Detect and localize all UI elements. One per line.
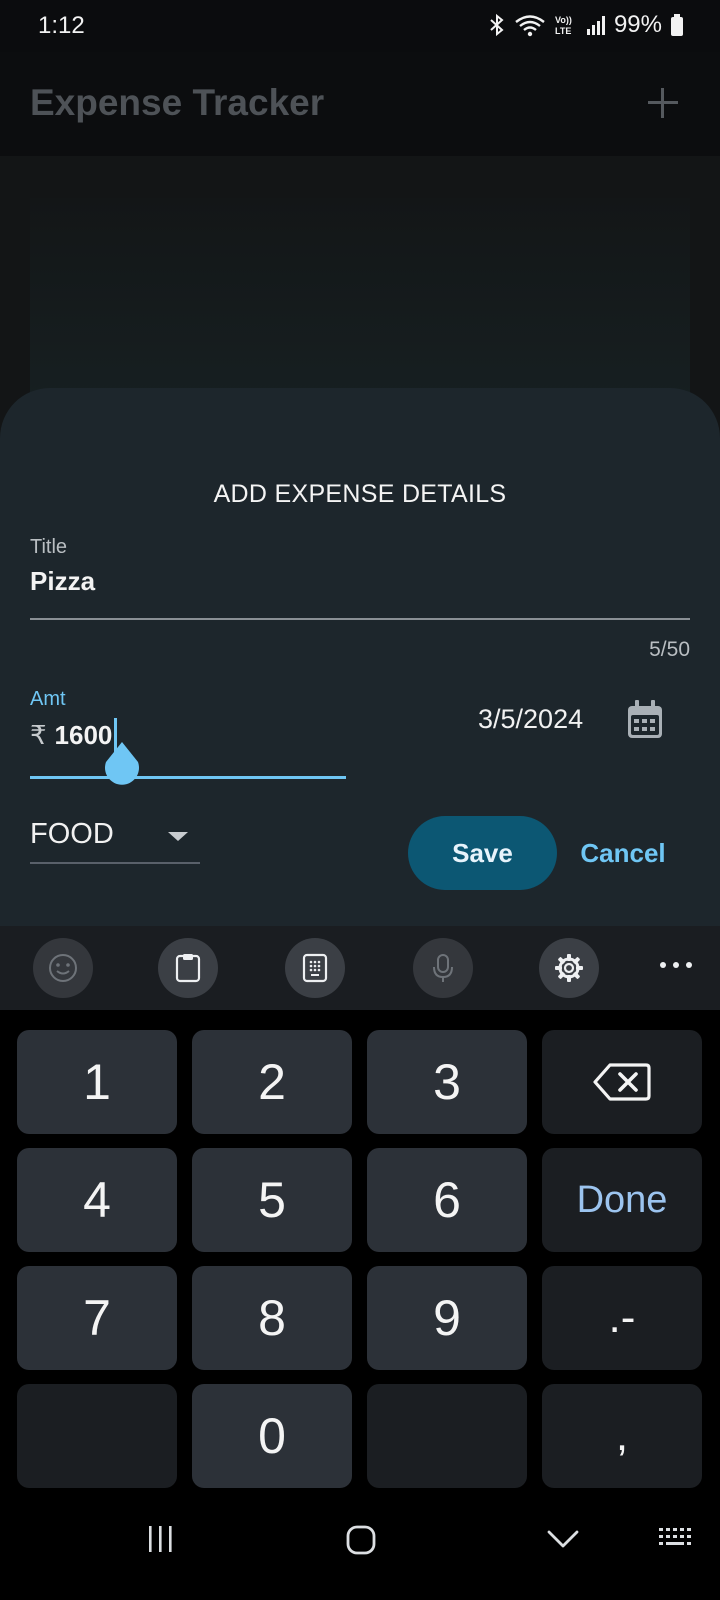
title-char-counter: 5/50 (649, 638, 690, 661)
title-field-label: Title (30, 536, 68, 558)
done-label: Done (576, 1178, 668, 1221)
comma-label: , (615, 1411, 629, 1460)
plus-icon[interactable] (646, 86, 680, 120)
signal-icon (586, 16, 605, 35)
key-2[interactable]: 2 (192, 1030, 352, 1134)
title-field[interactable]: Pizza (30, 566, 95, 597)
home-icon[interactable] (345, 1524, 377, 1556)
battery-percentage: 99% (613, 11, 662, 38)
settings-icon[interactable] (539, 938, 599, 998)
save-button[interactable]: Save (408, 816, 557, 890)
key-1[interactable]: 1 (17, 1030, 177, 1134)
status-time: 1:12 (38, 12, 85, 39)
empty-key-right (367, 1384, 527, 1488)
keypad-icon[interactable] (285, 938, 345, 998)
status-bar: 1:12 Vo)) LTE 99% (0, 0, 720, 52)
app-bar: Expense Tracker (0, 52, 720, 156)
amount-field-label: Amt (30, 688, 66, 710)
app-title: Expense Tracker (30, 82, 325, 123)
back-icon[interactable] (546, 1524, 580, 1554)
dot-dash-label: .- (608, 1293, 636, 1342)
rupee-prefix: ₹ (30, 719, 47, 750)
add-expense-sheet: ADD EXPENSE DETAILS Title Pizza 5/50 Amt… (0, 388, 720, 928)
key-7[interactable]: 7 (17, 1266, 177, 1370)
category-value: FOOD (30, 818, 114, 850)
key-4[interactable]: 4 (17, 1148, 177, 1252)
microphone-icon[interactable] (413, 938, 473, 998)
svg-text:Vo)): Vo)) (555, 15, 572, 25)
calendar-icon[interactable] (626, 700, 664, 740)
key-0[interactable]: 0 (192, 1384, 352, 1488)
date-value: 3/5/2024 (478, 704, 584, 734)
backdrop-card (30, 198, 690, 418)
sheet-heading: ADD EXPENSE DETAILS (213, 480, 507, 508)
recent-apps-icon[interactable] (145, 1524, 175, 1554)
key-9[interactable]: 9 (367, 1266, 527, 1370)
bluetooth-icon (490, 13, 504, 37)
keyboard-switch-icon[interactable] (657, 1524, 693, 1554)
battery-icon (671, 14, 683, 36)
cancel-button[interactable]: Cancel (560, 816, 686, 890)
dot-dash-key[interactable]: .- (542, 1266, 702, 1370)
wifi-icon (515, 15, 545, 37)
emoji-icon[interactable] (33, 938, 93, 998)
category-dropdown[interactable]: FOOD (30, 802, 200, 864)
text-selection-handle[interactable] (102, 740, 142, 788)
key-6[interactable]: 6 (367, 1148, 527, 1252)
done-key[interactable]: Done (542, 1148, 702, 1252)
status-icons: Vo)) LTE 99% (488, 10, 684, 40)
key-8[interactable]: 8 (192, 1266, 352, 1370)
amount-field-underline (30, 776, 346, 779)
dropdown-arrow-icon (168, 832, 188, 841)
more-icon[interactable] (660, 962, 692, 972)
svg-text:LTE: LTE (555, 26, 571, 36)
key-5[interactable]: 5 (192, 1148, 352, 1252)
title-field-underline (30, 618, 690, 620)
empty-key-left (17, 1384, 177, 1488)
clipboard-icon[interactable] (158, 938, 218, 998)
numeric-keyboard: 1 2 3 4 5 6 Done 7 8 9 .- 0 , (0, 1010, 720, 1490)
backspace-icon (593, 1063, 651, 1101)
category-underline (30, 862, 200, 864)
key-3[interactable]: 3 (367, 1030, 527, 1134)
backspace-key[interactable] (542, 1030, 702, 1134)
keyboard-toolbar (0, 926, 720, 1010)
volte-icon: Vo)) LTE (555, 15, 572, 36)
navigation-bar (0, 1490, 720, 1600)
comma-key[interactable]: , (542, 1384, 702, 1488)
